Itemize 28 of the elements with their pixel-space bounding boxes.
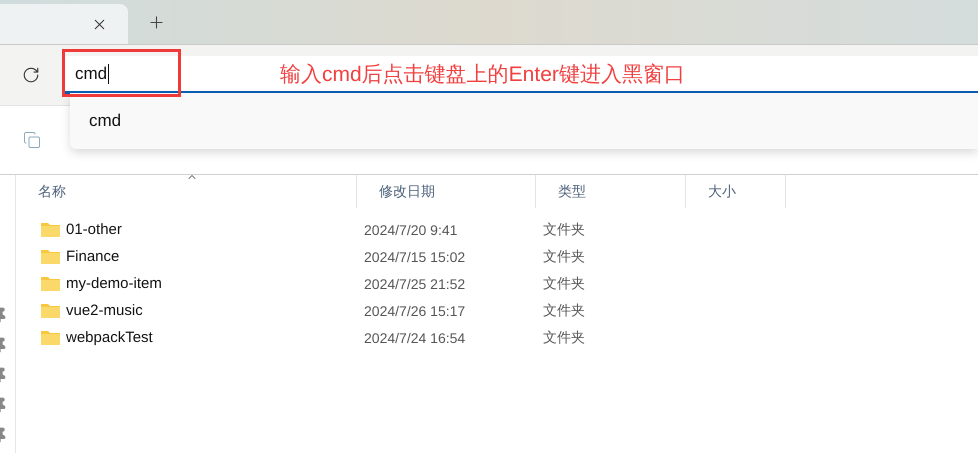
folder-icon xyxy=(41,330,60,345)
folder-icon xyxy=(41,222,60,237)
modified-date: 2024/7/15 15:02 xyxy=(363,248,466,264)
folder-icon xyxy=(41,303,60,318)
folder-icon xyxy=(41,249,60,264)
modified-date: 2024/7/26 15:17 xyxy=(363,302,466,318)
file-name[interactable]: 01-other xyxy=(66,221,122,238)
file-name[interactable]: webpackTest xyxy=(66,329,153,346)
file-type: 文件夹 xyxy=(542,302,586,320)
suggestion-item[interactable]: cmd xyxy=(70,93,978,149)
modified-date: 2024/7/24 16:54 xyxy=(363,330,466,346)
refresh-icon[interactable] xyxy=(22,66,40,84)
file-type: 文件夹 xyxy=(542,328,586,346)
file-name[interactable]: vue2-music xyxy=(66,302,143,319)
modified-date: 2024/7/20 9:41 xyxy=(363,222,458,238)
column-header[interactable]: 名称 xyxy=(16,175,357,208)
file-name[interactable]: Finance xyxy=(66,248,120,265)
copy-icon[interactable] xyxy=(23,131,41,149)
column-header[interactable]: 大小 xyxy=(686,175,786,208)
file-name[interactable]: my-demo-item xyxy=(66,275,162,292)
column-header[interactable]: 修改日期 xyxy=(357,175,536,208)
annotation-text: 输入cmd后点击键盘上的Enter键进入黑窗口 xyxy=(280,62,685,88)
file-type: 文件夹 xyxy=(542,248,586,266)
file-type: 文件夹 xyxy=(542,220,586,238)
modified-date: 2024/7/25 21:52 xyxy=(363,276,466,292)
folder-icon xyxy=(41,276,60,291)
file-type: 文件夹 xyxy=(542,274,586,292)
column-header[interactable]: 类型 xyxy=(536,175,686,208)
